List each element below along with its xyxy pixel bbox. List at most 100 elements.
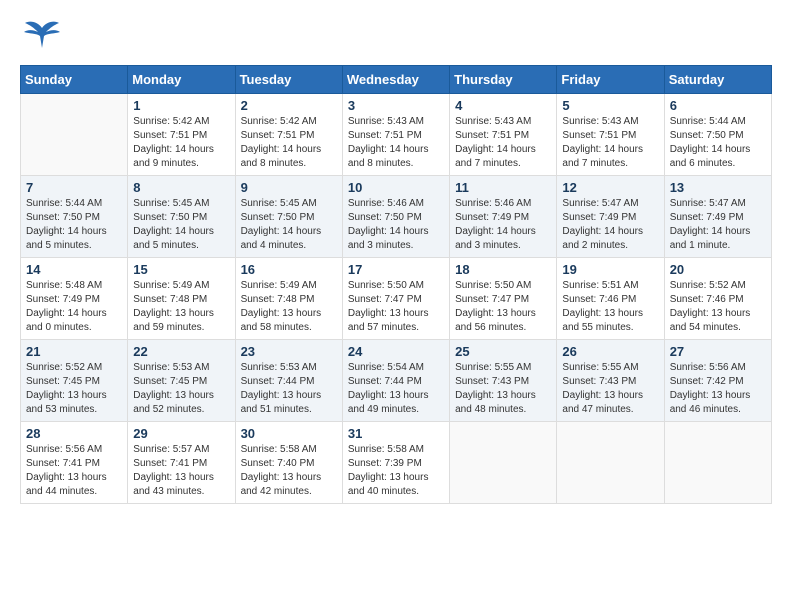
calendar-cell: 17 Sunrise: 5:50 AMSunset: 7:47 PMDayligh… bbox=[342, 258, 449, 340]
day-info: Sunrise: 5:56 AMSunset: 7:41 PMDaylight:… bbox=[26, 443, 122, 499]
day-number: 27 bbox=[670, 344, 766, 359]
day-info: Sunrise: 5:47 AMSunset: 7:49 PMDaylight:… bbox=[562, 197, 658, 253]
calendar-cell: 27 Sunrise: 5:56 AMSunset: 7:42 PMDayligh… bbox=[664, 340, 771, 422]
calendar-cell: 18 Sunrise: 5:50 AMSunset: 7:47 PMDayligh… bbox=[450, 258, 557, 340]
day-info: Sunrise: 5:50 AMSunset: 7:47 PMDaylight:… bbox=[348, 279, 444, 335]
day-info: Sunrise: 5:49 AMSunset: 7:48 PMDaylight:… bbox=[133, 279, 229, 335]
day-info: Sunrise: 5:50 AMSunset: 7:47 PMDaylight:… bbox=[455, 279, 551, 335]
col-friday: Friday bbox=[557, 66, 664, 94]
calendar-cell: 12 Sunrise: 5:47 AMSunset: 7:49 PMDayligh… bbox=[557, 176, 664, 258]
calendar-cell: 25 Sunrise: 5:55 AMSunset: 7:43 PMDayligh… bbox=[450, 340, 557, 422]
calendar-cell: 7 Sunrise: 5:44 AMSunset: 7:50 PMDaylight… bbox=[21, 176, 128, 258]
day-number: 1 bbox=[133, 98, 229, 113]
calendar-cell: 1 Sunrise: 5:42 AMSunset: 7:51 PMDaylight… bbox=[128, 94, 235, 176]
col-saturday: Saturday bbox=[664, 66, 771, 94]
calendar-cell: 6 Sunrise: 5:44 AMSunset: 7:50 PMDaylight… bbox=[664, 94, 771, 176]
day-number: 21 bbox=[26, 344, 122, 359]
day-info: Sunrise: 5:53 AMSunset: 7:45 PMDaylight:… bbox=[133, 361, 229, 417]
day-number: 16 bbox=[241, 262, 337, 277]
day-info: Sunrise: 5:46 AMSunset: 7:50 PMDaylight:… bbox=[348, 197, 444, 253]
calendar-cell: 3 Sunrise: 5:43 AMSunset: 7:51 PMDaylight… bbox=[342, 94, 449, 176]
day-info: Sunrise: 5:45 AMSunset: 7:50 PMDaylight:… bbox=[133, 197, 229, 253]
calendar-header-row: Sunday Monday Tuesday Wednesday Thursday… bbox=[21, 66, 772, 94]
calendar-cell: 13 Sunrise: 5:47 AMSunset: 7:49 PMDayligh… bbox=[664, 176, 771, 258]
calendar-cell bbox=[664, 422, 771, 504]
calendar-cell: 31 Sunrise: 5:58 AMSunset: 7:39 PMDayligh… bbox=[342, 422, 449, 504]
calendar-cell: 8 Sunrise: 5:45 AMSunset: 7:50 PMDaylight… bbox=[128, 176, 235, 258]
col-thursday: Thursday bbox=[450, 66, 557, 94]
col-sunday: Sunday bbox=[21, 66, 128, 94]
day-number: 5 bbox=[562, 98, 658, 113]
day-number: 10 bbox=[348, 180, 444, 195]
day-number: 28 bbox=[26, 426, 122, 441]
calendar-week-row: 21Sunrise: 5:52 AMSunset: 7:45 PMDayligh… bbox=[21, 340, 772, 422]
day-number: 23 bbox=[241, 344, 337, 359]
day-number: 24 bbox=[348, 344, 444, 359]
day-number: 7 bbox=[26, 180, 122, 195]
day-info: Sunrise: 5:58 AMSunset: 7:39 PMDaylight:… bbox=[348, 443, 444, 499]
logo-bird-icon bbox=[24, 20, 60, 55]
calendar-cell: 11 Sunrise: 5:46 AMSunset: 7:49 PMDayligh… bbox=[450, 176, 557, 258]
col-wednesday: Wednesday bbox=[342, 66, 449, 94]
calendar-cell: 24 Sunrise: 5:54 AMSunset: 7:44 PMDayligh… bbox=[342, 340, 449, 422]
day-info: Sunrise: 5:49 AMSunset: 7:48 PMDaylight:… bbox=[241, 279, 337, 335]
day-number: 13 bbox=[670, 180, 766, 195]
day-info: Sunrise: 5:43 AMSunset: 7:51 PMDaylight:… bbox=[348, 115, 444, 171]
day-info: Sunrise: 5:45 AMSunset: 7:50 PMDaylight:… bbox=[241, 197, 337, 253]
day-info: Sunrise: 5:55 AMSunset: 7:43 PMDaylight:… bbox=[562, 361, 658, 417]
day-number: 8 bbox=[133, 180, 229, 195]
calendar-cell: 23 Sunrise: 5:53 AMSunset: 7:44 PMDayligh… bbox=[235, 340, 342, 422]
day-info: Sunrise: 5:47 AMSunset: 7:49 PMDaylight:… bbox=[670, 197, 766, 253]
calendar-cell bbox=[450, 422, 557, 504]
calendar-cell: 15Sunrise: 5:49 AMSunset: 7:48 PMDayligh… bbox=[128, 258, 235, 340]
day-number: 4 bbox=[455, 98, 551, 113]
day-info: Sunrise: 5:42 AMSunset: 7:51 PMDaylight:… bbox=[133, 115, 229, 171]
day-number: 18 bbox=[455, 262, 551, 277]
calendar-cell: 29Sunrise: 5:57 AMSunset: 7:41 PMDayligh… bbox=[128, 422, 235, 504]
calendar-week-row: 1 Sunrise: 5:42 AMSunset: 7:51 PMDaylight… bbox=[21, 94, 772, 176]
calendar-cell: 2Sunrise: 5:42 AMSunset: 7:51 PMDaylight… bbox=[235, 94, 342, 176]
calendar-cell: 20Sunrise: 5:52 AMSunset: 7:46 PMDayligh… bbox=[664, 258, 771, 340]
day-number: 17 bbox=[348, 262, 444, 277]
day-number: 26 bbox=[562, 344, 658, 359]
day-info: Sunrise: 5:52 AMSunset: 7:46 PMDaylight:… bbox=[670, 279, 766, 335]
day-info: Sunrise: 5:56 AMSunset: 7:42 PMDaylight:… bbox=[670, 361, 766, 417]
day-number: 31 bbox=[348, 426, 444, 441]
day-info: Sunrise: 5:58 AMSunset: 7:40 PMDaylight:… bbox=[241, 443, 337, 499]
calendar-cell: 28 Sunrise: 5:56 AMSunset: 7:41 PMDayligh… bbox=[21, 422, 128, 504]
day-number: 6 bbox=[670, 98, 766, 113]
logo bbox=[20, 20, 60, 55]
calendar-cell: 30Sunrise: 5:58 AMSunset: 7:40 PMDayligh… bbox=[235, 422, 342, 504]
day-number: 12 bbox=[562, 180, 658, 195]
day-info: Sunrise: 5:46 AMSunset: 7:49 PMDaylight:… bbox=[455, 197, 551, 253]
col-monday: Monday bbox=[128, 66, 235, 94]
day-info: Sunrise: 5:51 AMSunset: 7:46 PMDaylight:… bbox=[562, 279, 658, 335]
day-info: Sunrise: 5:54 AMSunset: 7:44 PMDaylight:… bbox=[348, 361, 444, 417]
day-info: Sunrise: 5:55 AMSunset: 7:43 PMDaylight:… bbox=[455, 361, 551, 417]
calendar-cell: 22 Sunrise: 5:53 AMSunset: 7:45 PMDayligh… bbox=[128, 340, 235, 422]
day-number: 9 bbox=[241, 180, 337, 195]
day-info: Sunrise: 5:44 AMSunset: 7:50 PMDaylight:… bbox=[26, 197, 122, 253]
day-number: 11 bbox=[455, 180, 551, 195]
day-number: 19 bbox=[562, 262, 658, 277]
calendar-cell: 4 Sunrise: 5:43 AMSunset: 7:51 PMDaylight… bbox=[450, 94, 557, 176]
day-number: 25 bbox=[455, 344, 551, 359]
calendar-cell bbox=[557, 422, 664, 504]
day-info: Sunrise: 5:43 AMSunset: 7:51 PMDaylight:… bbox=[562, 115, 658, 171]
day-info: Sunrise: 5:57 AMSunset: 7:41 PMDaylight:… bbox=[133, 443, 229, 499]
calendar-cell: 14Sunrise: 5:48 AMSunset: 7:49 PMDayligh… bbox=[21, 258, 128, 340]
day-info: Sunrise: 5:48 AMSunset: 7:49 PMDaylight:… bbox=[26, 279, 122, 335]
day-info: Sunrise: 5:43 AMSunset: 7:51 PMDaylight:… bbox=[455, 115, 551, 171]
calendar-week-row: 7 Sunrise: 5:44 AMSunset: 7:50 PMDaylight… bbox=[21, 176, 772, 258]
day-info: Sunrise: 5:53 AMSunset: 7:44 PMDaylight:… bbox=[241, 361, 337, 417]
calendar-cell: 26 Sunrise: 5:55 AMSunset: 7:43 PMDayligh… bbox=[557, 340, 664, 422]
calendar-cell: 16 Sunrise: 5:49 AMSunset: 7:48 PMDayligh… bbox=[235, 258, 342, 340]
day-number: 22 bbox=[133, 344, 229, 359]
day-info: Sunrise: 5:44 AMSunset: 7:50 PMDaylight:… bbox=[670, 115, 766, 171]
calendar-cell: 5 Sunrise: 5:43 AMSunset: 7:51 PMDaylight… bbox=[557, 94, 664, 176]
col-tuesday: Tuesday bbox=[235, 66, 342, 94]
page-header bbox=[20, 20, 772, 55]
calendar-cell bbox=[21, 94, 128, 176]
day-number: 3 bbox=[348, 98, 444, 113]
calendar-week-row: 28 Sunrise: 5:56 AMSunset: 7:41 PMDayligh… bbox=[21, 422, 772, 504]
